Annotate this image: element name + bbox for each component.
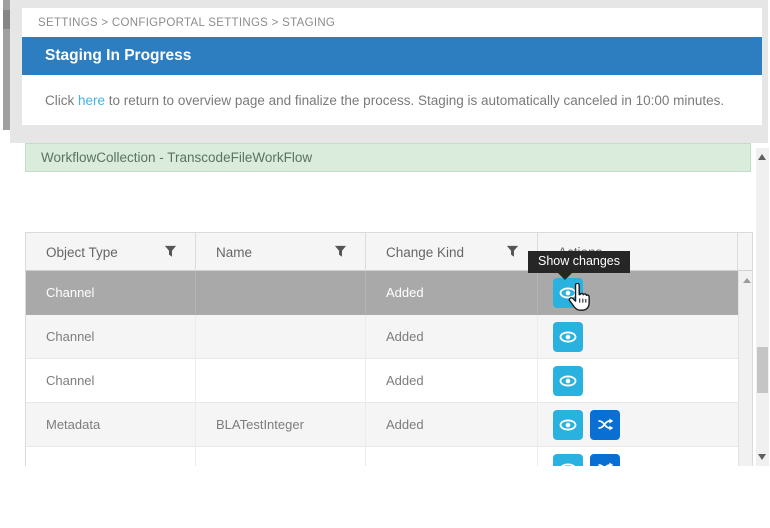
merge-changes-button[interactable] xyxy=(590,454,620,467)
merge-changes-button[interactable] xyxy=(590,410,620,440)
cell-object-type: Channel xyxy=(26,315,196,358)
show-changes-button[interactable] xyxy=(553,410,583,440)
workflow-collection-banner[interactable]: WorkflowCollection - TranscodeFileWorkFl… xyxy=(25,143,751,172)
shuffle-icon xyxy=(597,416,614,433)
eye-icon xyxy=(558,371,578,391)
column-header-object-type[interactable]: Object Type xyxy=(26,233,196,271)
filter-icon[interactable] xyxy=(164,245,177,258)
cell-name xyxy=(196,447,366,466)
show-changes-button[interactable] xyxy=(553,454,583,467)
changes-grid: Object Type Name Change Kind Actions xyxy=(25,232,753,466)
cell-object-type: Metadata xyxy=(26,403,196,446)
page-title: Staging In Progress xyxy=(45,47,191,65)
notice-text-pre: Click xyxy=(45,93,78,108)
cell-change-kind: Added xyxy=(366,271,538,314)
staging-notice: Click here to return to overview page an… xyxy=(22,75,762,125)
column-label: Object Type xyxy=(46,245,118,260)
column-label: Name xyxy=(216,245,252,260)
cell-actions xyxy=(538,315,738,358)
cell-name xyxy=(196,315,366,358)
filter-icon[interactable] xyxy=(334,245,347,258)
cell-actions xyxy=(538,447,738,466)
page-scrollbar[interactable] xyxy=(756,148,769,466)
eye-icon xyxy=(558,327,578,347)
return-overview-link[interactable]: here xyxy=(78,93,105,108)
window-edge-scrollbar-thumb[interactable] xyxy=(3,10,10,29)
cell-actions xyxy=(538,359,738,402)
cell-actions xyxy=(538,403,738,446)
notice-text-post: to return to overview page and finalize … xyxy=(105,93,724,108)
show-changes-button[interactable] xyxy=(553,278,583,308)
eye-icon xyxy=(558,459,578,467)
show-changes-tooltip: Show changes xyxy=(528,251,630,273)
cell-change-kind xyxy=(366,447,538,466)
cell-change-kind: Added xyxy=(366,403,538,446)
grid-scrollbar[interactable] xyxy=(738,271,753,466)
show-changes-button[interactable] xyxy=(553,366,583,396)
eye-icon xyxy=(558,415,578,435)
table-row[interactable]: Channel Added xyxy=(26,359,738,403)
cell-name: BLATestInteger xyxy=(196,403,366,446)
cell-object-type xyxy=(26,447,196,466)
breadcrumb[interactable]: SETTINGS > CONFIGPORTAL SETTINGS > STAGI… xyxy=(38,8,335,37)
show-changes-button[interactable] xyxy=(553,322,583,352)
cell-name xyxy=(196,359,366,402)
shuffle-icon xyxy=(597,460,614,466)
scroll-up-icon[interactable] xyxy=(758,154,766,160)
cell-object-type: Channel xyxy=(26,359,196,402)
grid-header-spacer xyxy=(738,233,753,271)
table-row[interactable]: Metadata BLATestInteger Added xyxy=(26,403,738,447)
scrollbar-thumb[interactable] xyxy=(757,347,768,393)
page-title-bar: Staging In Progress xyxy=(22,37,762,75)
grid-header: Object Type Name Change Kind Actions xyxy=(26,233,752,271)
column-label: Change Kind xyxy=(386,245,464,260)
scroll-down-icon[interactable] xyxy=(758,454,766,460)
staging-card: SETTINGS > CONFIGPORTAL SETTINGS > STAGI… xyxy=(22,8,762,125)
table-row[interactable]: Channel Added xyxy=(26,315,738,359)
cell-change-kind: Added xyxy=(366,315,538,358)
cell-change-kind: Added xyxy=(366,359,538,402)
cell-object-type: Channel xyxy=(26,271,196,314)
eye-icon xyxy=(558,283,578,303)
cell-name xyxy=(196,271,366,314)
filter-icon[interactable] xyxy=(506,245,519,258)
column-header-name[interactable]: Name xyxy=(196,233,366,271)
grid-rows: Channel Added Channel Added xyxy=(26,271,738,466)
table-row[interactable]: Channel Added xyxy=(26,271,738,315)
staging-page: SETTINGS > CONFIGPORTAL SETTINGS > STAGI… xyxy=(0,0,770,528)
scroll-up-icon[interactable] xyxy=(743,278,751,283)
table-row[interactable] xyxy=(26,447,738,466)
column-header-change-kind[interactable]: Change Kind xyxy=(366,233,538,271)
